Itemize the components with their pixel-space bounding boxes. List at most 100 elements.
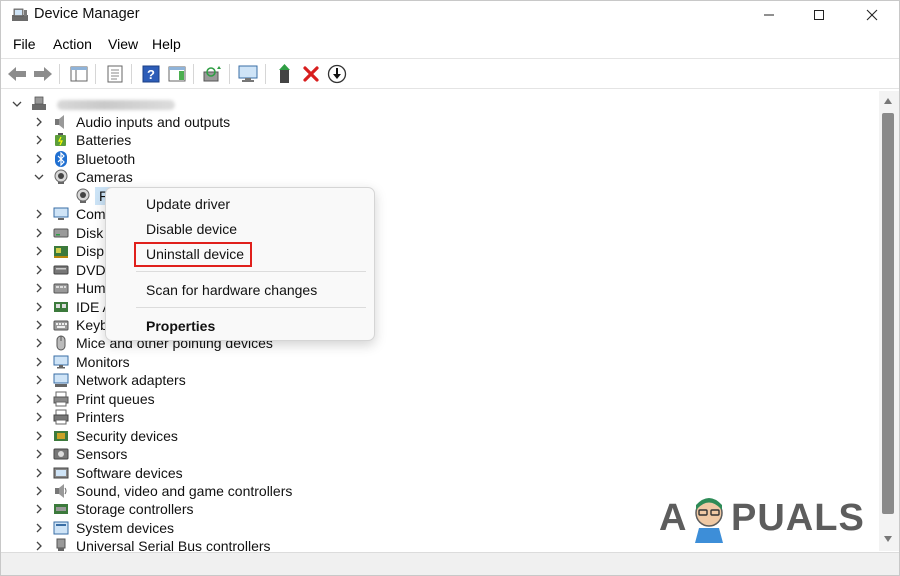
chevron-right-icon[interactable] (33, 503, 45, 515)
chevron-right-icon[interactable] (33, 540, 45, 551)
svg-text:?: ? (147, 67, 155, 82)
toolbar-separator (95, 64, 96, 84)
properties-button[interactable] (104, 63, 126, 85)
chevron-right-icon[interactable] (33, 448, 45, 460)
forward-arrow-icon (34, 67, 52, 81)
tree-item-label: System devices (76, 519, 175, 536)
back-arrow-icon (8, 67, 26, 81)
close-icon (866, 9, 878, 21)
context-menu-properties[interactable]: Properties (146, 318, 215, 334)
scan-hardware-button[interactable] (201, 63, 223, 85)
chevron-right-icon[interactable] (33, 356, 45, 368)
scrollbar-thumb[interactable] (882, 113, 894, 514)
context-menu-separator (136, 271, 366, 272)
speaker-icon (55, 115, 64, 129)
tree-category-item[interactable]: Bluetooth (1, 150, 878, 168)
console-tree-icon (70, 66, 88, 82)
dvd-drive-icon (53, 265, 69, 275)
device-manager-window: Device Manager File Action View Help ? A… (0, 0, 900, 576)
maximize-button[interactable] (796, 1, 842, 29)
menu-view[interactable]: View (108, 36, 138, 52)
tree-item-label: Software devices (76, 464, 183, 481)
chevron-right-icon[interactable] (33, 153, 45, 165)
tree-category-item[interactable]: Audio inputs and outputs (1, 113, 878, 131)
bluetooth-icon (55, 150, 67, 167)
download-circle-icon (327, 64, 347, 84)
mascot-logo-icon (695, 498, 723, 543)
printer-icon (53, 409, 69, 425)
context-menu-uninstall-device[interactable]: Uninstall device (146, 246, 244, 262)
computer-icon (53, 207, 69, 221)
close-button[interactable] (849, 1, 895, 29)
minimize-icon (764, 14, 774, 16)
title-bar[interactable]: Device Manager (1, 1, 899, 29)
mouse-icon (56, 335, 66, 351)
tree-category-item[interactable]: Cameras (1, 168, 878, 186)
context-menu-separator (136, 307, 366, 308)
scroll-down-button[interactable] (882, 533, 894, 545)
ide-controller-icon (54, 301, 68, 312)
help-button[interactable]: ? (140, 63, 162, 85)
chevron-down-icon[interactable] (11, 98, 23, 110)
chevron-right-icon[interactable] (33, 264, 45, 276)
tree-item-label: Com (76, 206, 106, 223)
tree-category-item[interactable]: Batteries (1, 131, 878, 149)
chevron-down-icon[interactable] (33, 171, 45, 183)
context-menu-update-driver[interactable]: Update driver (146, 196, 230, 212)
minimize-button[interactable] (746, 1, 792, 29)
tree-item-label: Universal Serial Bus controllers (76, 538, 271, 551)
chevron-right-icon[interactable] (33, 301, 45, 313)
watermark-text-left: A (659, 497, 688, 539)
context-menu-disable-device[interactable]: Disable device (146, 221, 237, 237)
computer-icon (32, 96, 46, 110)
sound-controller-icon (55, 484, 67, 498)
uninstall-device-button[interactable] (300, 63, 322, 85)
chevron-right-icon[interactable] (33, 245, 45, 257)
toolbar-separator (59, 64, 60, 84)
tree-category-item[interactable]: Sensors (1, 445, 878, 463)
chevron-right-icon[interactable] (33, 522, 45, 534)
tree-category-item[interactable]: Print queues (1, 390, 878, 408)
forward-button[interactable] (32, 63, 54, 85)
chevron-right-icon[interactable] (33, 467, 45, 479)
tree-category-item[interactable]: Printers (1, 408, 878, 426)
menu-file[interactable]: File (13, 36, 36, 52)
chevron-right-icon[interactable] (33, 227, 45, 239)
chevron-right-icon[interactable] (33, 485, 45, 497)
update-driver-button[interactable] (274, 63, 296, 85)
action-pane-button[interactable] (166, 63, 188, 85)
chevron-right-icon[interactable] (33, 393, 45, 405)
menu-help[interactable]: Help (152, 36, 181, 52)
chevron-right-icon[interactable] (33, 116, 45, 128)
device-manager-app-icon (12, 8, 28, 21)
toolbar-separator (131, 64, 132, 84)
chevron-right-icon[interactable] (33, 411, 45, 423)
chevron-right-icon[interactable] (33, 374, 45, 386)
chevron-right-icon[interactable] (33, 337, 45, 349)
tree-category-item[interactable]: Network adapters (1, 371, 878, 389)
caret-down-icon (884, 536, 892, 542)
network-adapter-icon (53, 373, 69, 388)
chevron-right-icon[interactable] (33, 319, 45, 331)
scroll-up-button[interactable] (882, 95, 894, 107)
caret-up-icon (884, 98, 892, 104)
enable-device-button[interactable] (326, 63, 348, 85)
webcam-icon (76, 188, 90, 203)
tree-category-item[interactable]: Security devices (1, 427, 878, 445)
chevron-right-icon[interactable] (33, 282, 45, 294)
tree-category-item[interactable]: Monitors (1, 353, 878, 371)
tree-root[interactable] (1, 95, 878, 113)
tree-item-label: Storage controllers (76, 501, 194, 518)
update-display-button[interactable] (237, 63, 259, 85)
context-menu-scan-hardware[interactable]: Scan for hardware changes (146, 282, 317, 298)
back-button[interactable] (6, 63, 28, 85)
chevron-right-icon[interactable] (33, 208, 45, 220)
tree-category-item[interactable]: Software devices (1, 464, 878, 482)
menu-bar: File Action View Help (1, 32, 899, 56)
computer-name-redacted (57, 100, 175, 110)
chevron-right-icon[interactable] (33, 134, 45, 146)
show-hide-console-tree-button[interactable] (68, 63, 90, 85)
menu-action[interactable]: Action (53, 36, 92, 52)
status-bar (1, 552, 899, 575)
chevron-right-icon[interactable] (33, 430, 45, 442)
